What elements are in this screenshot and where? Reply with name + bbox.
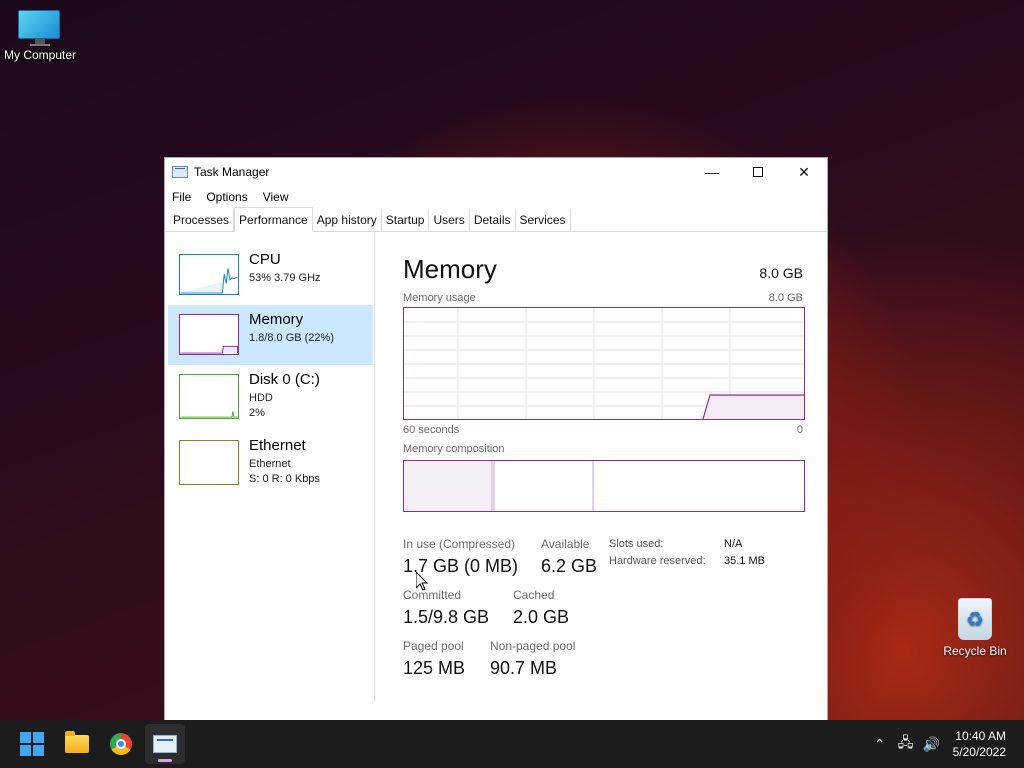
clock[interactable]: 10:40 AM 5/20/2022 [945,728,1024,760]
non-paged-pool-label: Non-paged pool [490,639,576,653]
graph-zero-axis-label: 0 [796,424,803,436]
tab-details[interactable]: Details [470,209,516,231]
recycle-bin-icon: ♻ [958,598,992,640]
maximize-icon [753,167,763,177]
my-computer-label: My Computer [3,48,77,62]
clock-date: 5/20/2022 [952,745,1006,759]
sidebar-item-detail: 53% 3.79 GHz [249,272,321,284]
windows-logo-icon [20,732,44,756]
memory-usage-label: Memory usage [403,292,476,304]
network-icon[interactable]: 🖧 [893,732,919,756]
tab-app-history[interactable]: App history [313,209,382,231]
file-explorer-button[interactable] [57,724,97,764]
sidebar-item-cpu[interactable]: CPU 53% 3.79 GHz [168,250,373,310]
memory-total: 8.0 GB [759,265,803,281]
minimize-button[interactable]: — [689,158,735,186]
tab-users[interactable]: Users [429,209,470,231]
mouse-cursor-icon [416,572,428,591]
sidebar-item-detail: 1.8/8.0 GB (22%) [249,332,334,344]
chrome-icon [110,733,132,755]
task-manager-window: Task Manager — ✕ File Options View Proce… [164,157,828,721]
slots-used-label: Slots used: [609,538,664,550]
sidebar-item-disk[interactable]: Disk 0 (C:) HDD 2% [168,370,373,430]
task-manager-icon [153,735,177,753]
tab-bar: Processes Performance App history Startu… [165,207,827,232]
menu-file[interactable]: File [172,190,191,204]
sidebar-item-memory[interactable]: Memory 1.8/8.0 GB (22%) [168,305,373,365]
menu-options[interactable]: Options [206,190,247,204]
sidebar-item-name: Memory [249,311,304,328]
sidebar-item-name: Ethernet [249,437,306,454]
memory-composition-label: Memory composition [403,443,505,455]
hardware-reserved-value: 35.1 MB [724,555,765,567]
memory-heading: Memory [403,254,497,284]
menu-view[interactable]: View [263,190,289,204]
maximize-button[interactable] [735,158,781,186]
tab-services[interactable]: Services [516,209,571,231]
monitor-icon [18,10,62,46]
performance-content: CPU 53% 3.79 GHz Memory 1.8/8.0 GB (22%) [165,232,827,720]
committed-value: 1.5/9.8 GB [403,607,490,627]
paged-pool-value: 125 MB [403,658,466,678]
start-button[interactable] [12,724,52,764]
resource-sidebar: CPU 53% 3.79 GHz Memory 1.8/8.0 GB (22%) [165,232,375,702]
memory-composition-bar [403,460,805,512]
close-button[interactable]: ✕ [781,158,827,186]
cached-value: 2.0 GB [513,607,570,627]
minimize-icon: — [705,164,719,180]
chevron-up-icon[interactable]: ⌃ [867,736,893,753]
non-paged-pool-value: 90.7 MB [490,658,558,678]
memory-usage-graph [403,307,805,420]
cached-label: Cached [513,588,555,602]
sidebar-item-ethernet[interactable]: Ethernet Ethernet S: 0 R: 0 Kbps [168,436,373,496]
task-manager-icon [172,166,188,178]
recycle-bin-label: Recycle Bin [943,644,1007,658]
committed-label: Committed [403,588,462,602]
available-label: Available [541,537,590,551]
tab-startup[interactable]: Startup [382,209,430,231]
recycle-bin-desktop-icon[interactable]: ♻ Recycle Bin [935,598,1015,658]
sidebar-item-detail: Ethernet [249,458,291,470]
tab-performance[interactable]: Performance [234,207,313,232]
taskbar: ⌃ 🖧 🔊 10:40 AM 5/20/2022 [0,720,1024,768]
sidebar-item-name: Disk 0 (C:) [249,371,320,388]
memory-thumbnail-graph [179,314,239,355]
task-manager-taskbar-button[interactable] [145,724,185,764]
disk-thumbnail-graph [179,374,239,419]
available-value: 6.2 GB [541,556,598,576]
cpu-thumbnail-graph [179,254,239,295]
ethernet-thumbnail-graph [179,440,239,485]
menu-bar: File Options View [165,186,827,208]
my-computer-desktop-icon[interactable]: My Computer [0,10,80,62]
tab-processes[interactable]: Processes [169,209,235,231]
sidebar-item-detail: 2% [249,407,265,419]
sidebar-item-detail: S: 0 R: 0 Kbps [249,473,320,485]
hardware-reserved-label: Hardware reserved: [609,555,706,567]
folder-icon [65,731,89,753]
memory-usage-max: 8.0 GB [768,292,803,304]
sidebar-item-detail: HDD [249,392,273,404]
system-tray: ⌃ 🖧 🔊 10:40 AM 5/20/2022 [867,720,1024,768]
clock-time: 10:40 AM [955,729,1006,743]
graph-time-axis-label: 60 seconds [403,424,460,436]
sidebar-item-name: CPU [249,251,281,268]
slots-used-value: N/A [724,538,743,550]
volume-icon[interactable]: 🔊 [919,736,945,753]
close-icon: ✕ [798,163,810,180]
chrome-button[interactable] [101,724,141,764]
window-title: Task Manager [194,165,270,179]
title-bar[interactable]: Task Manager — ✕ [165,158,827,186]
paged-pool-label: Paged pool [403,639,464,653]
in-use-label: In use (Compressed) [403,537,516,551]
